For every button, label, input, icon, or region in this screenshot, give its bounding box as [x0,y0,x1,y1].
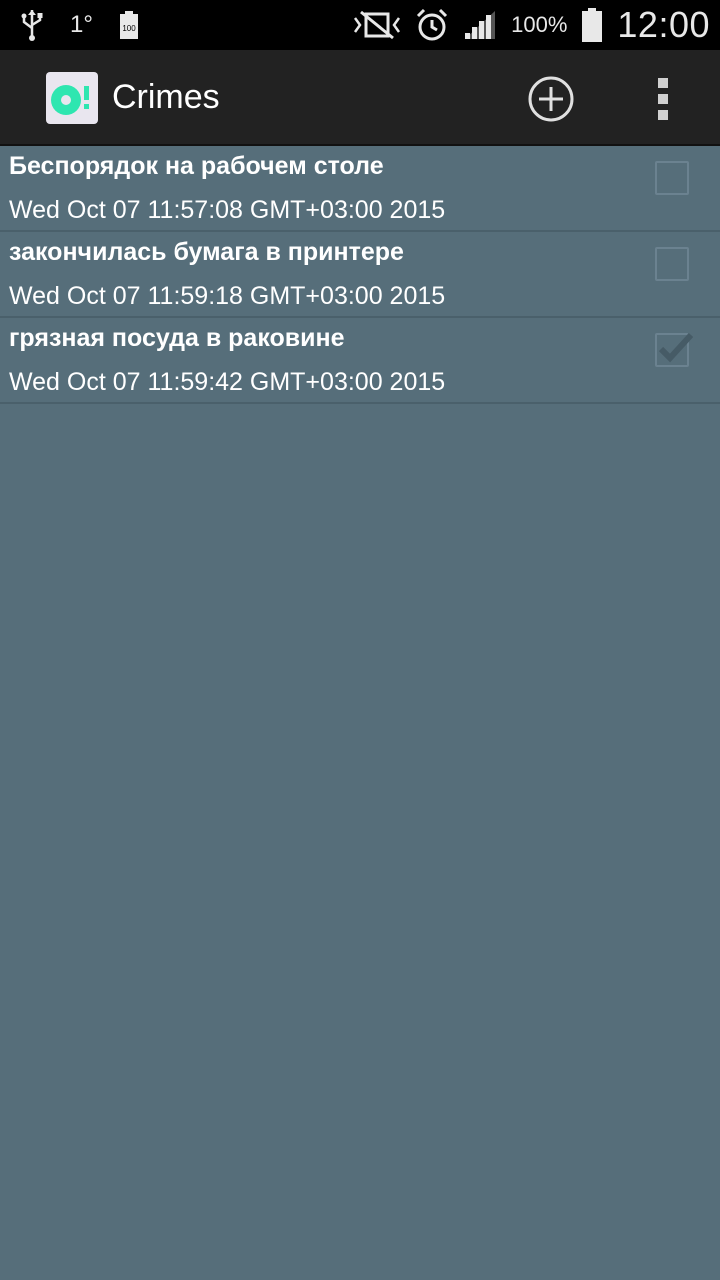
battery-icon [581,8,603,42]
solved-checkbox[interactable] [655,332,694,367]
crime-date: Wed Oct 07 11:57:08 GMT+03:00 2015 [9,196,446,224]
alarm-icon [415,8,449,42]
crime-title: закончилась бумага в принтере [9,238,404,266]
list-item[interactable]: грязная посуда в раковине Wed Oct 07 11:… [0,318,720,404]
temperature-indicator: 1° [70,11,93,38]
crime-date: Wed Oct 07 11:59:42 GMT+03:00 2015 [9,368,446,396]
list-item[interactable]: закончилась бумага в принтере Wed Oct 07… [0,232,720,318]
status-bar-left: 1° 100 [20,0,139,50]
crime-title: грязная посуда в раковине [9,324,345,352]
crime-title: Беспорядок на рабочем столе [9,152,384,180]
battery-small-icon: 100 [119,11,139,39]
battery-percent: 100% [511,12,568,37]
crime-list: Беспорядок на рабочем столе Wed Oct 07 1… [0,146,720,404]
list-item[interactable]: Беспорядок на рабочем столе Wed Oct 07 1… [0,146,720,232]
crime-date: Wed Oct 07 11:59:18 GMT+03:00 2015 [9,282,446,310]
vibrate-mute-icon [353,10,401,40]
overflow-menu-icon [658,78,668,120]
usb-icon [20,8,44,42]
add-circle-icon [528,76,574,122]
clock: 12:00 [617,4,710,45]
battery-badge-text: 100 [122,24,136,33]
action-bar: Crimes [0,50,720,146]
status-bar: 1° 100 100% 12:00 [0,0,720,50]
solved-checkbox[interactable] [655,161,689,195]
app-title: Crimes [112,78,220,116]
add-crime-button[interactable] [526,74,576,124]
app-logo-icon[interactable] [46,72,98,124]
overflow-menu-button[interactable] [646,74,682,124]
signal-icon [463,9,497,41]
checkmark-icon [658,332,694,363]
solved-checkbox[interactable] [655,247,689,281]
status-bar-right: 100% 12:00 [353,0,710,50]
